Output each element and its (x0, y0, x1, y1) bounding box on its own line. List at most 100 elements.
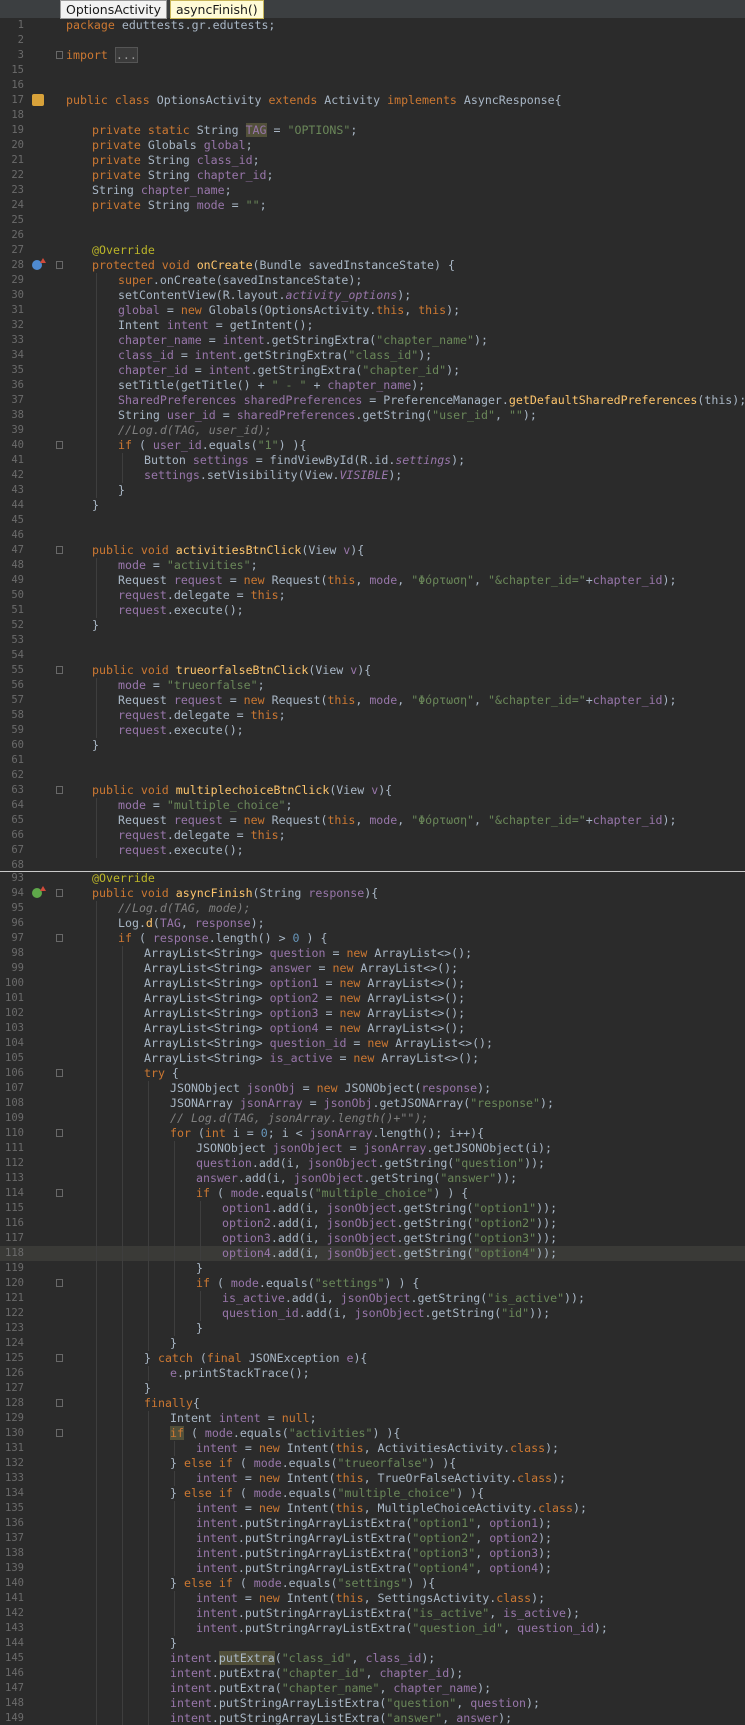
code-line[interactable]: 144} (0, 1636, 745, 1651)
code-line[interactable]: 122 question_id.add(i, jsonObject.getStri… (0, 1306, 745, 1321)
code-line[interactable]: 136 intent.putStringArrayListExtra("optio… (0, 1516, 745, 1531)
fold-toggle-icon[interactable] (56, 51, 63, 59)
code-line[interactable]: 119} (0, 1261, 745, 1276)
code-line[interactable]: 140} else if ( mode.equals("settings") )… (0, 1576, 745, 1591)
code-line[interactable]: 60} (0, 738, 745, 753)
code-line[interactable]: 51 request.execute(); (0, 603, 745, 618)
code-line[interactable]: 111 JSONObject jsonObject = jsonArray.get… (0, 1141, 745, 1156)
code-line[interactable]: 20 private Globals global; (0, 138, 745, 153)
code-line[interactable]: 19 private static String TAG = "OPTIONS"; (0, 123, 745, 138)
fold-toggle-icon[interactable] (56, 934, 63, 942)
code-line[interactable]: 58 request.delegate = this; (0, 708, 745, 723)
code-line[interactable]: 25 (0, 213, 745, 228)
code-line[interactable]: 149 intent.putStringArrayListExtra("answe… (0, 1711, 745, 1725)
code-line[interactable]: 105 ArrayList<String> is_active = new Arr… (0, 1051, 745, 1066)
code-line[interactable]: 39 //Log.d(TAG, user_id); (0, 423, 745, 438)
implement-method-icon[interactable] (32, 886, 46, 898)
code-line[interactable]: 117 option3.add(i, jsonObject.getString("… (0, 1231, 745, 1246)
fold-toggle-icon[interactable] (56, 441, 63, 449)
code-line[interactable]: 27 @Override (0, 243, 745, 258)
code-line[interactable]: 118 option4.add(i, jsonObject.getString("… (0, 1246, 745, 1261)
code-line[interactable]: 44} (0, 498, 745, 513)
code-line[interactable]: 123} (0, 1321, 745, 1336)
code-line[interactable]: 100 ArrayList<String> option1 = new Array… (0, 976, 745, 991)
code-line[interactable]: 93 @Override (0, 871, 745, 886)
code-line[interactable]: 66 request.delegate = this; (0, 828, 745, 843)
code-line[interactable]: 48 mode = "activities"; (0, 558, 745, 573)
code-line[interactable]: 17 public class OptionsActivity extends A… (0, 93, 745, 108)
code-line[interactable]: 98 ArrayList<String> question = new Array… (0, 946, 745, 961)
fold-toggle-icon[interactable] (56, 889, 63, 897)
code-line[interactable]: 16 (0, 78, 745, 93)
class-icon[interactable] (32, 94, 44, 106)
code-line[interactable]: 146 intent.putExtra("chapter_id", chapter… (0, 1666, 745, 1681)
fold-toggle-icon[interactable] (56, 1129, 63, 1137)
code-line[interactable]: 139 intent.putStringArrayListExtra("optio… (0, 1561, 745, 1576)
code-line[interactable]: 33 chapter_name = intent.getStringExtra("… (0, 333, 745, 348)
code-line[interactable]: 135 intent = new Intent(this, MultipleCho… (0, 1501, 745, 1516)
code-line[interactable]: 37 SharedPreferences sharedPreferences = … (0, 393, 745, 408)
code-line[interactable]: 18 (0, 108, 745, 123)
fold-toggle-icon[interactable] (56, 1354, 63, 1362)
code-line[interactable]: 23 String chapter_name; (0, 183, 745, 198)
code-line[interactable]: 30 setContentView(R.layout.activity_optio… (0, 288, 745, 303)
code-line[interactable]: 115 option1.add(i, jsonObject.getString("… (0, 1201, 745, 1216)
code-line[interactable]: 143 intent.putStringArrayListExtra("quest… (0, 1621, 745, 1636)
code-line[interactable]: 110 for (int i = 0; i < jsonArray.length(… (0, 1126, 745, 1141)
code-line[interactable]: 134} else if ( mode.equals("multiple_cho… (0, 1486, 745, 1501)
code-line[interactable]: 145 intent.putExtra("class_id", class_id)… (0, 1651, 745, 1666)
code-line[interactable]: 53 (0, 633, 745, 648)
code-line[interactable]: 26 (0, 228, 745, 243)
code-line[interactable]: 127} (0, 1381, 745, 1396)
code-line[interactable]: 126 e.printStackTrace(); (0, 1366, 745, 1381)
code-line[interactable]: 61 (0, 753, 745, 768)
code-line[interactable]: 94 public void asyncFinish(String respons… (0, 886, 745, 901)
code-line[interactable]: 35 chapter_id = intent.getStringExtra("ch… (0, 363, 745, 378)
fold-toggle-icon[interactable] (56, 1399, 63, 1407)
code-line[interactable]: 29 super.onCreate(savedInstanceState); (0, 273, 745, 288)
code-line[interactable]: 96 Log.d(TAG, response); (0, 916, 745, 931)
code-line[interactable]: 63 public void multiplechoiceBtnClick(Vie… (0, 783, 745, 798)
code-line[interactable]: 64 mode = "multiple_choice"; (0, 798, 745, 813)
code-line[interactable]: 43} (0, 483, 745, 498)
code-line[interactable]: 21 private String class_id; (0, 153, 745, 168)
code-line[interactable]: 128 finally{ (0, 1396, 745, 1411)
code-line[interactable]: 121 is_active.add(i, jsonObject.getString… (0, 1291, 745, 1306)
code-line[interactable]: 32 Intent intent = getIntent(); (0, 318, 745, 333)
code-line[interactable]: 97 if ( response.length() > 0 ) { (0, 931, 745, 946)
code-line[interactable]: 49 Request request = new Request(this, mo… (0, 573, 745, 588)
code-line[interactable]: 42 settings.setVisibility(View.VISIBLE); (0, 468, 745, 483)
code-line[interactable]: 22 private String chapter_id; (0, 168, 745, 183)
code-line[interactable]: 106 try { (0, 1066, 745, 1081)
code-line[interactable]: 57 Request request = new Request(this, mo… (0, 693, 745, 708)
code-line[interactable]: 1 package eduttests.gr.edutests; (0, 18, 745, 33)
code-line[interactable]: 3 import ... (0, 47, 745, 63)
editor-pane-top[interactable]: 1 package eduttests.gr.edutests; 2 3 import … (0, 18, 745, 872)
code-line[interactable]: 102 ArrayList<String> option3 = new Array… (0, 1006, 745, 1021)
code-line[interactable]: 36 setTitle(getTitle() + " - " + chapter_… (0, 378, 745, 393)
code-line[interactable]: 55 public void trueorfalseBtnClick(View v… (0, 663, 745, 678)
code-line[interactable]: 108 JSONArray jsonArray = jsonObj.getJSON… (0, 1096, 745, 1111)
code-line[interactable]: 54 (0, 648, 745, 663)
code-line[interactable]: 112 question.add(i, jsonObject.getString(… (0, 1156, 745, 1171)
code-line[interactable]: 130 if ( mode.equals("activities") ){ (0, 1426, 745, 1441)
code-line[interactable]: 62 (0, 768, 745, 783)
fold-toggle-icon[interactable] (56, 1429, 63, 1437)
code-line[interactable]: 104 ArrayList<String> question_id = new A… (0, 1036, 745, 1051)
code-line[interactable]: 103 ArrayList<String> option4 = new Array… (0, 1021, 745, 1036)
fold-toggle-icon[interactable] (56, 1069, 63, 1077)
breadcrumb-class[interactable]: OptionsActivity (60, 0, 167, 19)
code-line[interactable]: 52} (0, 618, 745, 633)
code-line[interactable]: 40 if ( user_id.equals("1") ){ (0, 438, 745, 453)
code-line[interactable]: 56 mode = "trueorfalse"; (0, 678, 745, 693)
code-line[interactable]: 50 request.delegate = this; (0, 588, 745, 603)
override-method-icon[interactable] (32, 258, 46, 270)
code-line[interactable]: 131 intent = new Intent(this, ActivitiesA… (0, 1441, 745, 1456)
code-line[interactable]: 147 intent.putExtra("chapter_name", chapt… (0, 1681, 745, 1696)
code-line[interactable]: 28 protected void onCreate(Bundle savedIn… (0, 258, 745, 273)
code-line[interactable]: 45 (0, 513, 745, 528)
code-line[interactable]: 38 String user_id = sharedPreferences.get… (0, 408, 745, 423)
fold-toggle-icon[interactable] (56, 546, 63, 554)
editor-pane-bottom[interactable]: 93 @Override 94 public void asyncFinish(Str… (0, 871, 745, 1725)
code-line[interactable]: 133 intent = new Intent(this, TrueOrFalse… (0, 1471, 745, 1486)
